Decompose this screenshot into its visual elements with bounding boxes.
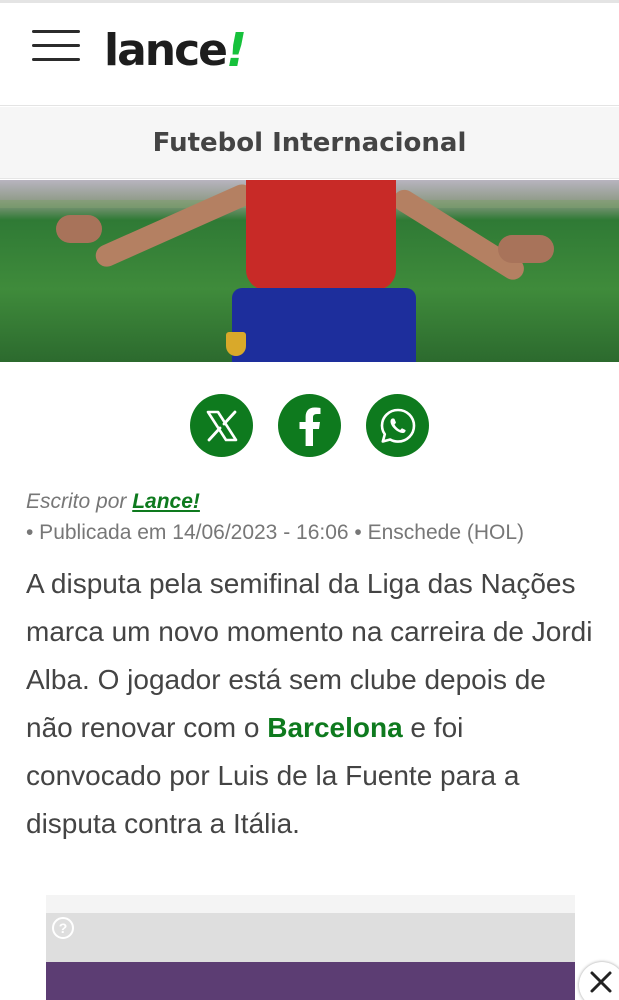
whatsapp-icon <box>380 408 415 443</box>
ad-info-icon[interactable]: ? <box>52 917 74 939</box>
article-body: A disputa pela semifinal da Liga das Naç… <box>26 560 596 848</box>
hamburger-menu-icon[interactable] <box>32 30 80 64</box>
hero-image <box>0 180 619 362</box>
hero-shirt <box>246 180 396 290</box>
ad-banner: ? <box>46 913 575 963</box>
menu-line <box>32 30 80 33</box>
hero-hand-right <box>498 235 554 263</box>
menu-line <box>32 44 80 47</box>
ad-close-button[interactable] <box>579 962 619 1000</box>
share-x-button[interactable] <box>190 394 253 457</box>
share-bar <box>0 394 619 458</box>
hero-arm-left <box>92 180 257 271</box>
menu-line <box>32 58 80 61</box>
logo-exclamation: ! <box>226 23 248 77</box>
author-link[interactable]: Lance! <box>132 490 200 513</box>
x-twitter-icon <box>206 410 237 441</box>
section-title: Futebol Internacional <box>152 127 467 158</box>
site-logo[interactable]: lance! <box>104 23 247 73</box>
barcelona-link[interactable]: Barcelona <box>267 712 402 743</box>
site-header: lance! <box>0 0 619 106</box>
hero-hand-left <box>56 215 102 243</box>
share-facebook-button[interactable] <box>278 394 341 457</box>
facebook-icon <box>299 407 320 446</box>
close-icon <box>590 971 612 993</box>
byline: Escrito por Lance! <box>26 490 200 514</box>
ad-container[interactable]: ? <box>46 895 575 1000</box>
hero-badge <box>226 332 246 356</box>
byline-label: Escrito por <box>26 490 127 513</box>
publish-meta: • Publicada em 14/06/2023 - 16:06 • Ensc… <box>26 521 525 544</box>
section-bar: Futebol Internacional <box>0 107 619 179</box>
share-whatsapp-button[interactable] <box>366 394 429 457</box>
logo-text: lance <box>104 25 228 76</box>
hero-shorts <box>232 288 416 362</box>
ad-banner-strip <box>46 962 575 1000</box>
